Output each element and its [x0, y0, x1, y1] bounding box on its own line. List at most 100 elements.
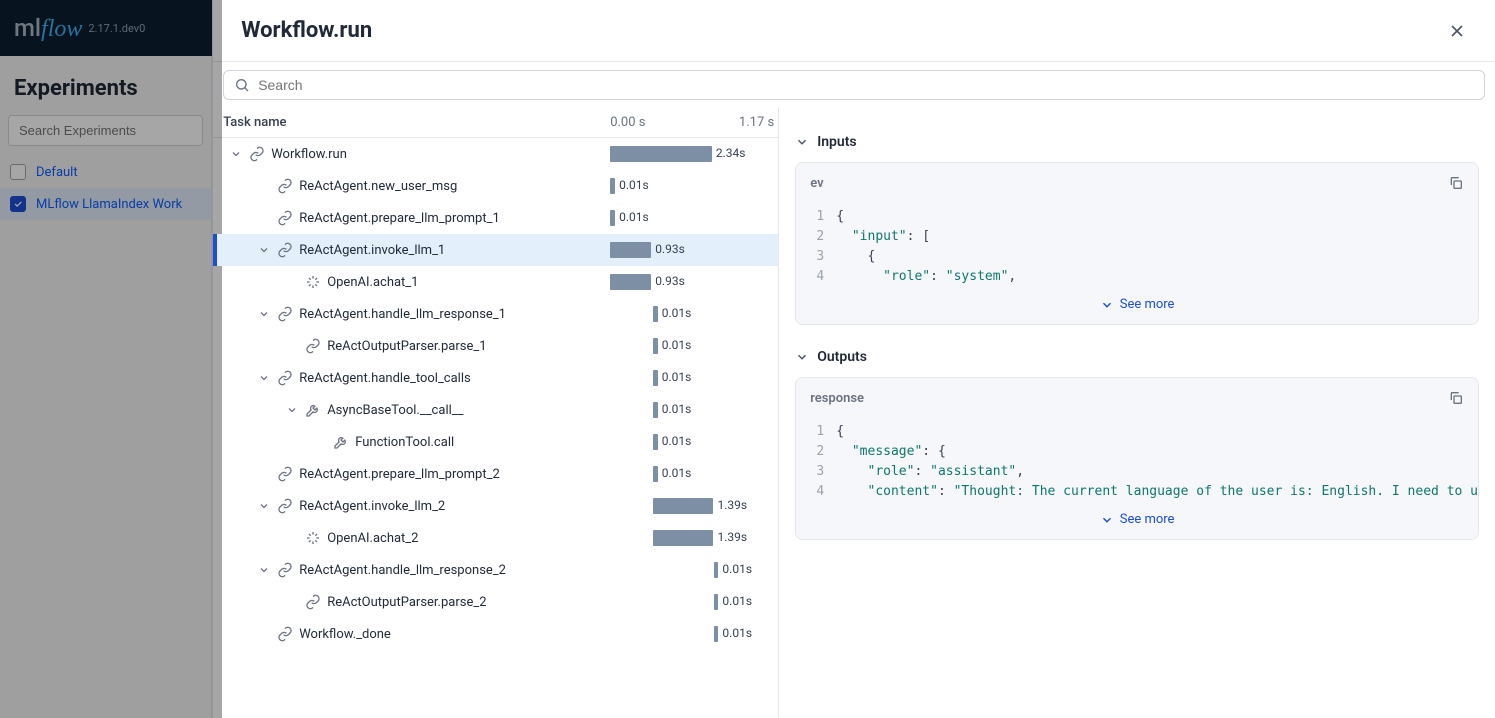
axis-max: 1.17 s: [739, 115, 774, 130]
trace-row[interactable]: ReActAgent.invoke_llm_10.93s: [213, 234, 778, 266]
code-line: 1{: [796, 422, 1478, 442]
trace-time-cell: 1.39s: [588, 522, 778, 554]
chain-icon: [277, 626, 293, 642]
duration-label: 0.93s: [655, 242, 685, 256]
trace-time-cell: 0.01s: [588, 362, 778, 394]
trace-header-name: Task name: [213, 115, 588, 130]
duration-bar: [714, 594, 719, 610]
trace-row[interactable]: ReActAgent.handle_llm_response_1 0.01s: [213, 298, 778, 330]
trace-time-cell: 0.93s: [588, 234, 778, 266]
outputs-section: Outputs response 1{2 "message": {3 "role…: [795, 343, 1479, 540]
line-number: 4: [796, 267, 836, 287]
line-content: "content": "Thought: The current languag…: [836, 482, 1478, 502]
trace-body[interactable]: Workflow.run2.34sReActAgent.new_user_msg…: [213, 138, 778, 718]
duration-label: 0.01s: [619, 178, 649, 192]
trace-time-cell: 0.01s: [588, 298, 778, 330]
duration-bar: [653, 434, 658, 450]
chevron-down-icon: [795, 135, 809, 149]
trace-row[interactable]: ReActOutputParser.parse_10.01s: [213, 330, 778, 362]
chevron-down-icon[interactable]: [257, 371, 271, 385]
line-number: 3: [796, 462, 836, 482]
duration-bar: [653, 306, 658, 322]
chevron-down-icon[interactable]: [257, 307, 271, 321]
span-name: ReActAgent.handle_llm_response_1: [299, 307, 506, 322]
trace-row[interactable]: OpenAI.achat_21.39s: [213, 522, 778, 554]
trace-time-cell: 0.01s: [588, 170, 778, 202]
sidebar-item[interactable]: MLflow LlamaIndex Work: [0, 188, 211, 220]
search-experiments-wrap: [8, 115, 203, 146]
trace-row[interactable]: ReActAgent.prepare_llm_prompt_2 0.01s: [213, 458, 778, 490]
checkbox-icon[interactable]: [10, 164, 26, 180]
checkbox-icon[interactable]: [10, 196, 26, 212]
line-content: {: [836, 422, 1478, 442]
duration-bar: [610, 178, 615, 194]
inputs-see-more[interactable]: See more: [796, 287, 1478, 324]
duration-bar: [714, 626, 719, 642]
trace-tree: Task name 0.00 s 1.17 s Workflow.run2.34…: [213, 108, 779, 718]
chain-icon: [277, 210, 293, 226]
chain-icon: [277, 242, 293, 258]
trace-row[interactable]: ReActAgent.prepare_llm_prompt_10.01s: [213, 202, 778, 234]
trace-row[interactable]: Workflow._done0.01s: [213, 618, 778, 650]
chain-icon: [277, 562, 293, 578]
inputs-label: ev: [810, 176, 823, 191]
trace-name-cell: ReActAgent.handle_llm_response_1: [213, 306, 588, 322]
close-button[interactable]: [1447, 21, 1467, 41]
trace-search-input[interactable]: [258, 77, 1474, 93]
trace-row[interactable]: ReActOutputParser.parse_20.01s: [213, 586, 778, 618]
experiment-name: Default: [36, 165, 78, 180]
trace-row[interactable]: Workflow.run2.34s: [213, 138, 778, 170]
wrench-icon: [305, 402, 321, 418]
chevron-down-icon[interactable]: [257, 243, 271, 257]
trace-row[interactable]: ReActAgent.handle_llm_response_20.01s: [213, 554, 778, 586]
inputs-header[interactable]: Inputs: [795, 128, 1479, 162]
copy-icon[interactable]: [1448, 175, 1464, 191]
outputs-see-more[interactable]: See more: [796, 502, 1478, 539]
chevron-down-icon[interactable]: [257, 563, 271, 577]
trace-row[interactable]: ReActAgent.handle_tool_calls0.01s: [213, 362, 778, 394]
chevron-down-icon[interactable]: [285, 403, 299, 417]
trace-row[interactable]: ReActAgent.invoke_llm_21.39s: [213, 490, 778, 522]
code-line: 4 "role": "system",: [796, 267, 1478, 287]
inputs-card: ev 1{2 "input": [3 {4 "role": "system", …: [795, 162, 1479, 325]
span-name: OpenAI.achat_1: [327, 275, 418, 290]
chevron-down-icon[interactable]: [257, 499, 271, 513]
span-name: ReActAgent.handle_llm_response_2: [299, 563, 506, 578]
chain-icon: [305, 338, 321, 354]
chain-icon: [249, 146, 265, 162]
duration-bar: [653, 466, 658, 482]
trace-name-cell: ReActOutputParser.parse_2: [213, 594, 588, 610]
sidebar-item[interactable]: Default: [0, 156, 211, 188]
wrench-icon: [333, 434, 349, 450]
chain-icon: [277, 466, 293, 482]
code-line: 3 {: [796, 247, 1478, 267]
trace-row[interactable]: OpenAI.achat_10.93s: [213, 266, 778, 298]
search-input-wrap[interactable]: [223, 70, 1485, 100]
trace-name-cell: ReActAgent.prepare_llm_prompt_2: [213, 466, 588, 482]
span-name: ReActAgent.prepare_llm_prompt_1: [299, 211, 500, 226]
inputs-title: Inputs: [817, 134, 856, 150]
trace-name-cell: FunctionTool.call: [213, 434, 588, 450]
outputs-label: response: [810, 391, 864, 406]
copy-icon[interactable]: [1448, 390, 1464, 406]
line-number: 1: [796, 207, 836, 227]
line-content: "role": "system",: [836, 267, 1478, 287]
trace-row[interactable]: FunctionTool.call0.01s: [213, 426, 778, 458]
search-experiments-input[interactable]: [8, 115, 203, 146]
trace-header: Task name 0.00 s 1.17 s: [213, 108, 778, 138]
outputs-header[interactable]: Outputs: [795, 343, 1479, 377]
trace-row[interactable]: ReActAgent.new_user_msg0.01s: [213, 170, 778, 202]
span-name: ReActOutputParser.parse_1: [327, 339, 486, 354]
trace-name-cell: ReActAgent.handle_llm_response_2: [213, 562, 588, 578]
trace-time-cell: 0.01s: [588, 586, 778, 618]
trace-row[interactable]: AsyncBaseTool.__call__0.01s: [213, 394, 778, 426]
duration-label: 0.01s: [662, 466, 692, 480]
duration-label: 2.34s: [716, 146, 746, 160]
duration-bar: [653, 370, 658, 386]
details-panel: Inputs ev 1{2 "input": [3 {4 "role": "sy…: [779, 108, 1495, 718]
logo-ml: ml: [14, 14, 41, 42]
chain-icon: [277, 370, 293, 386]
chevron-down-icon[interactable]: [229, 147, 243, 161]
inputs-card-header: ev: [796, 163, 1478, 203]
spacer: [285, 339, 299, 353]
